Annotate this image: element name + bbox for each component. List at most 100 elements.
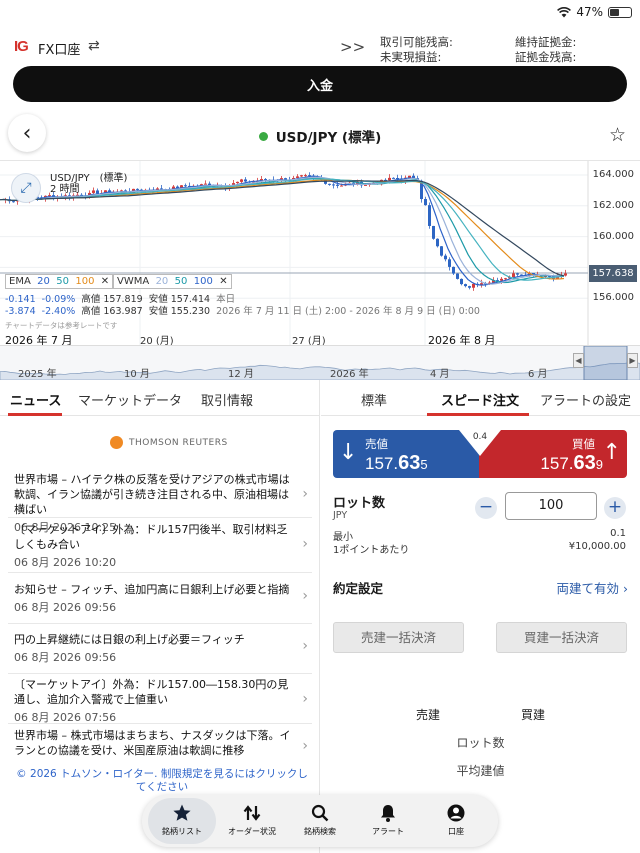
navigator-label: 6 月: [528, 369, 548, 380]
close-all-buys-button[interactable]: 買建一括決済: [496, 622, 627, 653]
tab-market-data[interactable]: マーケットデータ: [78, 390, 182, 409]
chart-interval[interactable]: 2 時間: [50, 180, 80, 195]
candle: [304, 175, 307, 177]
vwma-indicator[interactable]: VWMA 20 50 100 ✕: [113, 274, 232, 289]
ema-indicator[interactable]: EMA 20 50 100 ✕: [5, 274, 114, 289]
candle: [340, 185, 343, 187]
candle: [512, 273, 515, 278]
nav-search[interactable]: 銘柄検索: [286, 795, 354, 847]
navigator-label: 10 月: [124, 369, 150, 380]
candle: [336, 184, 339, 186]
up-down-arrows-icon: [243, 805, 261, 821]
min-lot-value: 0.1: [610, 528, 626, 539]
star-icon: [173, 804, 191, 821]
lots-row-label: ロット数: [456, 736, 505, 750]
buy-price: 157.639: [540, 452, 603, 474]
candle: [408, 175, 411, 178]
navigator-left-handle[interactable]: ◀: [573, 353, 584, 368]
quote-panel: ↓ 売値 157.635 ↑ 買値 157.639 0.4: [333, 430, 627, 480]
tab-standard[interactable]: 標準: [361, 390, 387, 409]
user-icon: [447, 804, 465, 822]
chevron-right-icon: ›: [302, 588, 308, 604]
nav-orders[interactable]: オーダー状況: [218, 795, 286, 847]
search-icon: [311, 804, 329, 822]
candle: [504, 278, 507, 280]
candle: [296, 176, 299, 178]
navigator-label: 4 月: [430, 369, 450, 380]
sell-positions-header: 売建: [416, 708, 441, 722]
candle: [388, 177, 391, 181]
candle: [12, 201, 15, 203]
price-chart[interactable]: USD/JPY (標準) 2 時間 ⤢ EMA 20 50 100 ✕ VWMA…: [0, 160, 640, 382]
tab-speed-order[interactable]: スピード注文: [441, 390, 519, 409]
candle: [444, 255, 447, 260]
tab-alert-settings[interactable]: アラートの設定: [540, 390, 631, 409]
news-item[interactable]: お知らせ – フィッチ、追加円高に日銀利上げ必要と指摘 06 8月 2026 09…: [14, 582, 308, 615]
news-item[interactable]: 世界市場 – 株式市場はまちまち、ナスダックは下落。イランとの協議を受け、米国産…: [14, 728, 308, 758]
candle: [328, 183, 331, 185]
maintenance-margin-label: 維持証拠金:: [515, 35, 577, 49]
chart-canvas[interactable]: [0, 161, 640, 345]
current-price-tag: 157.638: [589, 265, 637, 282]
candle: [472, 283, 475, 288]
divider: [8, 572, 312, 573]
reuters-logo-icon: [110, 436, 123, 449]
down-arrow-icon: ↓: [339, 440, 358, 465]
favorite-star-icon[interactable]: ☆: [609, 124, 626, 146]
tab-trade-info[interactable]: 取引情報: [201, 390, 253, 409]
decrease-lot-button[interactable]: −: [475, 497, 497, 519]
candle: [464, 284, 467, 287]
news-item[interactable]: 〔マーケットアイ〕外為：ドル157円後半、取引材料乏しくもみ合い 06 8月 20…: [14, 522, 308, 570]
navigator-label: 2025 年: [18, 369, 57, 380]
ohlc-range: -3.874 -2.40% 高値 163.987 安値 155.230 2026…: [5, 306, 480, 317]
candle: [440, 246, 443, 256]
navigator-label: 2026 年: [330, 369, 369, 380]
navigator-selection[interactable]: [583, 346, 628, 380]
remove-vwma-icon[interactable]: ✕: [219, 276, 227, 287]
nav-alerts[interactable]: アラート: [354, 795, 422, 847]
candle: [136, 188, 139, 190]
nav-account[interactable]: 口座: [422, 795, 490, 847]
lot-quantity-input[interactable]: 100: [505, 492, 597, 520]
candle: [364, 184, 367, 186]
candle: [424, 199, 427, 206]
candle: [428, 205, 431, 226]
tab-underline: [427, 413, 529, 416]
copyright-link[interactable]: © 2026 トムソン・ロイター. 制限規定を見るにはクリックしてください: [14, 768, 310, 794]
execution-setting-label: 約定設定: [333, 581, 384, 596]
deposit-button[interactable]: 入金: [13, 66, 627, 102]
candle: [564, 273, 567, 276]
news-item[interactable]: 〔マーケットアイ〕外為：ドル157.00―158.30円の見通し、追加介入警戒で…: [14, 677, 308, 725]
candle: [452, 266, 455, 274]
candle: [448, 259, 451, 267]
expand-chart-icon[interactable]: ⤢: [11, 173, 41, 203]
increase-lot-button[interactable]: +: [604, 497, 626, 519]
lot-label: ロット数: [333, 496, 386, 511]
navigator-right-handle[interactable]: ▶: [627, 353, 638, 368]
account-name[interactable]: FX口座: [38, 39, 80, 58]
up-arrow-icon: ↑: [602, 440, 621, 465]
order-pane: 標準 スピード注文 アラートの設定 ↓ 売値 157.635 ↑ 買値 157.…: [321, 380, 640, 853]
switch-account-icon[interactable]: ⇄: [88, 38, 100, 54]
chevron-right-icon: ›: [302, 638, 308, 654]
buy-button[interactable]: ↑ 買値 157.639: [479, 430, 627, 478]
tab-news[interactable]: ニュース: [10, 390, 61, 409]
close-all-sells-button[interactable]: 売建一括決済: [333, 622, 464, 653]
candle: [204, 183, 207, 185]
chart-navigator[interactable]: 2025 年 10 月 12 月 2026 年 4 月 6 月 ◀ ▶: [0, 345, 640, 380]
execution-setting-link[interactable]: 両建て有効 ›: [557, 578, 629, 597]
candle: [468, 286, 471, 288]
margin-balance-label: 証拠金残高:: [515, 50, 577, 64]
vwma-20-line: [0, 176, 565, 285]
unrealized-pnl-label: 未実現損益:: [380, 50, 442, 64]
candle: [436, 238, 439, 247]
nav-watchlist[interactable]: 銘柄リスト: [148, 798, 216, 844]
remove-ema-icon[interactable]: ✕: [101, 276, 109, 287]
double-chevron-right-icon[interactable]: >>: [340, 38, 365, 56]
divider: [8, 517, 312, 518]
news-item[interactable]: 円の上昇継続には日銀の利上げ必要＝フィッチ 06 8月 2026 09:56 ›: [14, 632, 308, 665]
chart-disclaimer: チャートデータは参考レートです: [5, 321, 118, 330]
y-axis-label: 160.000: [592, 231, 634, 242]
chevron-right-icon: ›: [302, 691, 308, 707]
divider: [8, 623, 312, 624]
